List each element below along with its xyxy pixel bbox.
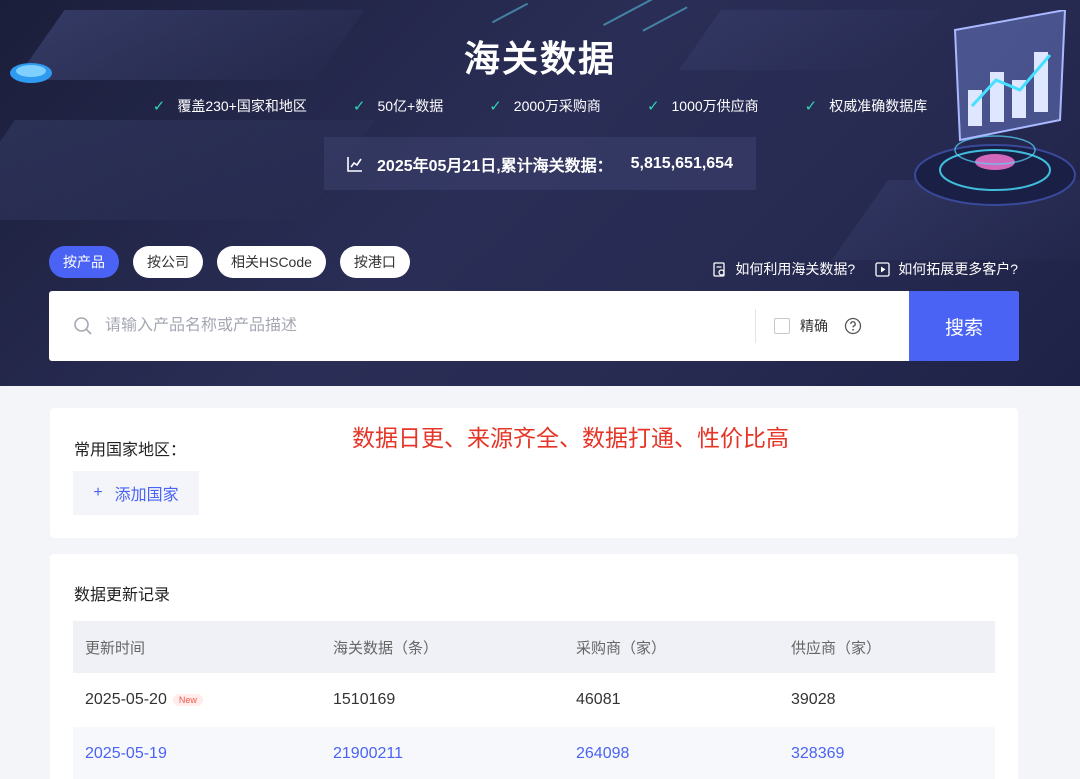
check-icon: ✓ — [489, 98, 502, 115]
add-country-button[interactable]: + 添加国家 — [73, 471, 199, 515]
feature-item: ✓ 权威准确数据库 — [805, 96, 928, 116]
how-to-use-link[interactable]: 如何利用海关数据? — [712, 259, 855, 279]
tab-by-company[interactable]: 按公司 — [133, 246, 203, 278]
table-header: 更新时间 海关数据（条） 采购商（家） 供应商（家） — [73, 621, 995, 673]
feature-list: ✓ 覆盖230+国家和地区 ✓ 50亿+数据 ✓ 2000万采购商 ✓ 1000万供应商… — [0, 96, 1080, 116]
check-icon: ✓ — [646, 98, 660, 115]
feature-item: ✓ 2000万采购商 — [489, 96, 601, 116]
question-icon[interactable] — [844, 317, 862, 335]
feature-item: ✓ 50亿+数据 — [353, 96, 443, 116]
column-header: 采购商（家） — [576, 639, 667, 657]
decorative-line — [603, 0, 657, 26]
feature-label: 覆盖230+国家和地区 — [177, 98, 307, 114]
search-type-tabs: 按产品 按公司 相关HSCode 按港口 — [49, 246, 410, 278]
stat-label: 2025年05月21日,累计海关数据： — [377, 157, 613, 175]
expand-customers-label: 如何拓展更多客户? — [898, 261, 1018, 277]
table-row: 2025-05-20 New 1510169 46081 39028 — [73, 673, 995, 727]
add-country-label: 添加国家 — [114, 487, 179, 504]
buyers-count-cell: 264098 — [576, 745, 630, 762]
update-date: 2025-05-20 — [85, 691, 167, 708]
exact-match-label: 精确 — [800, 318, 828, 334]
tab-hscode[interactable]: 相关HSCode — [217, 246, 326, 278]
exact-match-checkbox[interactable] — [774, 318, 790, 334]
new-badge: New — [172, 694, 203, 706]
feature-item: ✓ 1000万供应商 — [647, 96, 759, 116]
promo-text: 数据日更、来源齐全、数据打通、性价比高 — [352, 425, 789, 451]
decorative-line — [491, 2, 529, 24]
decorative-line — [642, 6, 688, 32]
update-date-cell: 2025-05-20 New — [73, 691, 321, 709]
search-input[interactable] — [105, 317, 755, 335]
feature-label: 50亿+数据 — [377, 98, 444, 114]
expand-customers-link[interactable]: 如何拓展更多客户? — [875, 259, 1018, 279]
customs-count-cell: 21900211 — [333, 745, 403, 762]
plus-icon: + — [93, 484, 103, 501]
check-icon: ✓ — [804, 98, 818, 115]
how-to-use-label: 如何利用海关数据? — [735, 261, 856, 277]
suppliers-count-cell: 328369 — [791, 745, 845, 762]
table-row[interactable]: 2025-05-19 21900211 264098 328369 — [73, 727, 995, 779]
feature-item: ✓ 覆盖230+国家和地区 — [153, 96, 307, 116]
document-icon — [713, 261, 726, 277]
decorative-slab — [0, 120, 376, 220]
exact-match-option[interactable]: 精确 — [774, 316, 862, 336]
update-records-table: 更新时间 海关数据（条） 采购商（家） 供应商（家） 2025-05-20 Ne… — [73, 621, 995, 779]
search-box: 精确 搜索 — [49, 291, 1019, 361]
buyers-count-cell: 46081 — [576, 691, 621, 708]
common-countries-title: 常用国家地区： — [74, 442, 187, 459]
trend-chart-icon — [347, 156, 363, 172]
total-data-stat: 2025年05月21日,累计海关数据： 5,815,651,654 — [324, 137, 756, 190]
update-records-title: 数据更新记录 — [74, 587, 171, 604]
check-icon: ✓ — [152, 98, 166, 115]
update-date: 2025-05-19 — [85, 745, 167, 762]
divider — [755, 309, 756, 343]
page-title: 海关数据 — [463, 38, 616, 79]
tab-by-port[interactable]: 按港口 — [339, 246, 410, 278]
feature-label: 2000万采购商 — [513, 98, 601, 114]
feature-label: 权威准确数据库 — [829, 98, 928, 114]
column-header: 更新时间 — [85, 639, 146, 657]
column-header: 供应商（家） — [791, 639, 882, 657]
search-button[interactable]: 搜索 — [909, 291, 1019, 361]
check-icon: ✓ — [352, 98, 366, 115]
video-play-icon — [875, 261, 890, 277]
update-date-cell: 2025-05-19 — [73, 745, 321, 763]
hero-banner: 海关数据 ✓ 覆盖230+国家和地区 ✓ 50亿+数据 ✓ 2000万采购商 ✓ 100… — [0, 0, 1080, 386]
stat-value: 5,815,651,654 — [630, 154, 733, 172]
suppliers-count-cell: 39028 — [791, 691, 836, 708]
customs-count-cell: 1510169 — [333, 691, 396, 708]
search-icon — [74, 317, 92, 335]
help-links: 如何利用海关数据? 如何拓展更多客户? — [712, 259, 1018, 279]
feature-label: 1000万供应商 — [671, 98, 759, 114]
tab-by-product[interactable]: 按产品 — [49, 246, 119, 278]
column-header: 海关数据（条） — [333, 639, 439, 657]
